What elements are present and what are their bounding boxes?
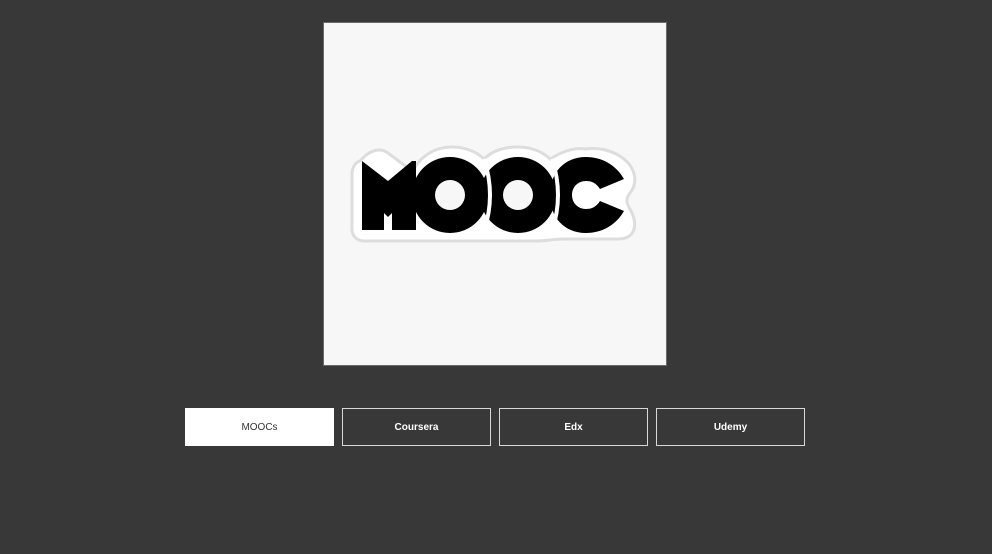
page: MOOCs Coursera Edx Udemy <box>0 0 992 554</box>
hero-image-card <box>323 22 667 366</box>
tab-udemy[interactable]: Udemy <box>656 408 805 446</box>
platform-tabs: MOOCs Coursera Edx Udemy <box>185 408 805 446</box>
mooc-logo-image <box>350 145 637 243</box>
tab-coursera[interactable]: Coursera <box>342 408 491 446</box>
tab-edx[interactable]: Edx <box>499 408 648 446</box>
tab-moocs[interactable]: MOOCs <box>185 408 334 446</box>
